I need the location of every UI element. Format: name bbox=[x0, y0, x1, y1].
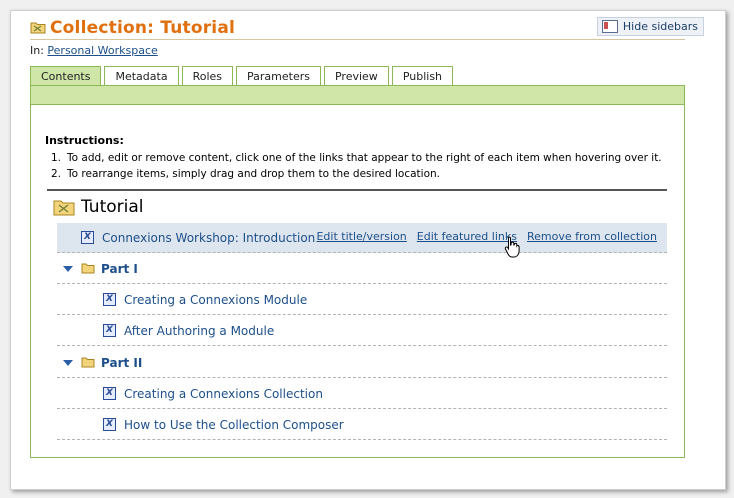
contents-panel: Instructions: 1. To add, edit or remove c… bbox=[30, 85, 685, 458]
tab-roles[interactable]: Roles bbox=[181, 66, 234, 85]
breadcrumb-prefix: In: bbox=[30, 44, 44, 57]
edit-featured-links-link[interactable]: Edit featured links bbox=[417, 230, 517, 243]
instruction-text: To add, edit or remove content, click on… bbox=[67, 152, 662, 164]
module-link[interactable]: Creating a Connexions Module bbox=[124, 293, 307, 307]
remove-from-collection-link[interactable]: Remove from collection bbox=[527, 230, 657, 243]
tab-preview[interactable]: Preview bbox=[323, 66, 389, 85]
instruction-item: 2. To rearrange items, simply drag and dr… bbox=[45, 168, 440, 180]
sidebar-toggle-icon bbox=[601, 20, 618, 33]
title-divider bbox=[30, 39, 685, 40]
section-label: Part II bbox=[101, 355, 143, 370]
tree-divider bbox=[47, 189, 667, 191]
page-header: Collection: Tutorial bbox=[30, 18, 235, 38]
folder-icon bbox=[81, 263, 95, 274]
tree-row-module[interactable]: X Creating a Connexions Collection bbox=[57, 379, 667, 409]
breadcrumb-workspace-link[interactable]: Personal Workspace bbox=[47, 44, 157, 57]
tab-publish[interactable]: Publish bbox=[391, 66, 454, 85]
module-link[interactable]: Creating a Connexions Collection bbox=[124, 387, 323, 401]
page-title: Collection: Tutorial bbox=[50, 18, 236, 38]
tab-bar: Contents Metadata Roles Parameters Previ… bbox=[30, 66, 456, 85]
breadcrumb: In: Personal Workspace bbox=[30, 44, 158, 57]
collapse-arrow-icon[interactable] bbox=[63, 359, 73, 366]
tree-row-module[interactable]: X How to Use the Collection Composer bbox=[57, 410, 667, 440]
section-label: Part I bbox=[101, 261, 138, 276]
module-link[interactable]: After Authoring a Module bbox=[124, 324, 274, 338]
tree-row-module[interactable]: X Creating a Connexions Module bbox=[57, 285, 667, 315]
tree-row-module[interactable]: X After Authoring a Module bbox=[57, 316, 667, 346]
module-link[interactable]: How to Use the Collection Composer bbox=[124, 418, 344, 432]
collection-title: Tutorial bbox=[81, 197, 144, 217]
hide-sidebars-button[interactable]: Hide sidebars bbox=[596, 17, 704, 36]
instruction-text: To rearrange items, simply drag and drop… bbox=[67, 168, 440, 180]
module-icon: X bbox=[81, 231, 94, 244]
instruction-number: 1. bbox=[51, 152, 62, 164]
tab-contents[interactable]: Contents bbox=[30, 66, 102, 85]
instructions-heading: Instructions: bbox=[45, 134, 124, 147]
collapse-arrow-icon[interactable] bbox=[63, 265, 73, 272]
row-actions: Edit title/version Edit featured links R… bbox=[316, 230, 657, 243]
module-link[interactable]: Connexions Workshop: Introduction bbox=[102, 231, 315, 245]
tree-row-section[interactable]: Part II bbox=[57, 348, 667, 378]
tab-parameters[interactable]: Parameters bbox=[236, 66, 321, 85]
collection-root[interactable]: Tutorial bbox=[53, 197, 144, 217]
module-icon: X bbox=[103, 324, 116, 337]
collection-folder-icon bbox=[30, 19, 46, 38]
module-icon: X bbox=[103, 418, 116, 431]
module-icon: X bbox=[103, 387, 116, 400]
folder-icon bbox=[81, 357, 95, 368]
edit-title-version-link[interactable]: Edit title/version bbox=[316, 230, 406, 243]
instruction-number: 2. bbox=[51, 168, 62, 180]
hide-sidebars-label: Hide sidebars bbox=[622, 20, 698, 33]
tree-row-module[interactable]: X Connexions Workshop: Introduction Edit… bbox=[57, 223, 667, 253]
instruction-item: 1. To add, edit or remove content, click … bbox=[45, 152, 662, 164]
panel-header-band bbox=[31, 86, 684, 105]
tab-metadata[interactable]: Metadata bbox=[104, 66, 179, 85]
tree-row-section[interactable]: Part I bbox=[57, 254, 667, 284]
module-icon: X bbox=[103, 293, 116, 306]
hand-cursor-icon bbox=[504, 236, 520, 258]
collection-folder-icon bbox=[53, 200, 75, 215]
